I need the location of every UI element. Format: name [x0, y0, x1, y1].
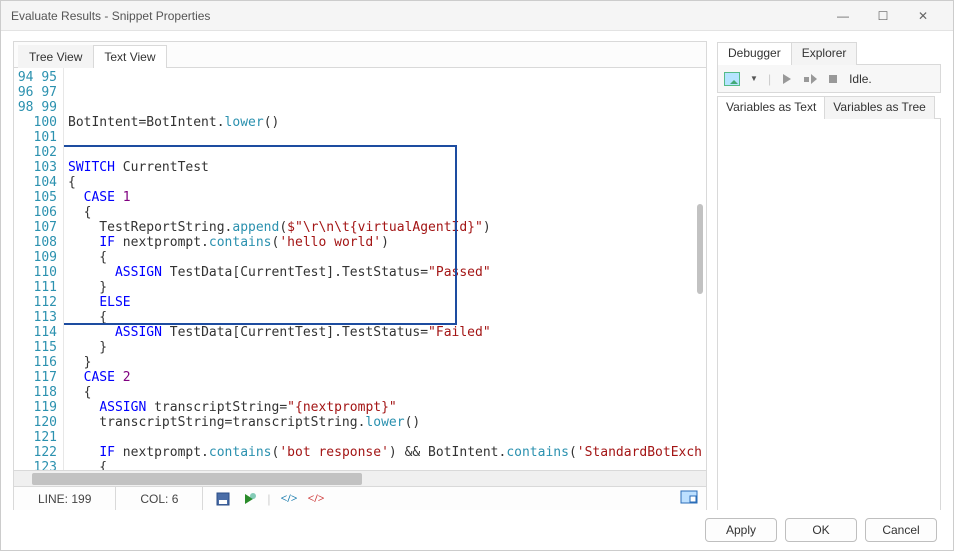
tab-variables-tree[interactable]: Variables as Tree	[824, 96, 935, 119]
tab-debugger[interactable]: Debugger	[717, 42, 792, 65]
apply-button[interactable]: Apply	[705, 518, 777, 542]
maximize-button[interactable]: ☐	[863, 2, 903, 30]
status-line: LINE: 199	[14, 487, 116, 510]
code-area[interactable]: 94 95 96 97 98 99 100 101 102 103 104 10…	[14, 68, 706, 470]
separator: |	[768, 72, 771, 86]
line-gutter: 94 95 96 97 98 99 100 101 102 103 104 10…	[14, 68, 64, 470]
status-icons: | </> </>	[203, 491, 324, 507]
close-button[interactable]: ✕	[903, 2, 943, 30]
tab-explorer[interactable]: Explorer	[791, 42, 858, 65]
continue-icon[interactable]	[781, 73, 793, 85]
code-text[interactable]: BotIntent=BotIntent.lower() SWITCH Curre…	[64, 68, 706, 470]
run-debug-icon[interactable]	[724, 72, 740, 86]
status-col: COL: 6	[116, 487, 203, 510]
minimize-button[interactable]: —	[823, 2, 863, 30]
debugger-toolbar: ▼ | Idle.	[717, 65, 941, 93]
save-icon[interactable]	[215, 491, 231, 507]
separator: |	[267, 492, 270, 506]
variables-panel[interactable]	[717, 119, 941, 511]
dialog-footer: Apply OK Cancel	[1, 510, 953, 550]
side-tabstrip: Debugger Explorer	[717, 41, 941, 65]
vertical-scrollbar[interactable]	[692, 94, 706, 436]
tab-text-view[interactable]: Text View	[93, 45, 166, 68]
run-icon[interactable]	[241, 491, 257, 507]
code-tags-icon[interactable]: </>	[281, 491, 298, 506]
window-title: Evaluate Results - Snippet Properties	[11, 9, 823, 23]
debugger-status: Idle.	[849, 72, 872, 86]
titlebar: Evaluate Results - Snippet Properties — …	[1, 1, 953, 31]
code-disabled-icon[interactable]: </>	[308, 491, 325, 506]
main-area: Tree View Text View 94 95 96 97 98 99 10…	[1, 31, 953, 511]
step-icon[interactable]	[803, 73, 817, 85]
editor-panel: Tree View Text View 94 95 96 97 98 99 10…	[13, 41, 707, 511]
horizontal-scrollbar[interactable]	[14, 470, 706, 486]
side-panel: Debugger Explorer ▼ | Idle. Variables as…	[717, 41, 941, 511]
dropdown-arrow-icon[interactable]: ▼	[750, 74, 758, 83]
cancel-button[interactable]: Cancel	[865, 518, 937, 542]
variables-tabs: Variables as Text Variables as Tree	[717, 95, 941, 119]
stop-icon[interactable]	[827, 73, 839, 85]
window-restore-icon[interactable]	[672, 490, 706, 507]
view-tabstrip: Tree View Text View	[14, 42, 706, 68]
editor-statusbar: LINE: 199 COL: 6 | </> </>	[14, 486, 706, 510]
tab-variables-text[interactable]: Variables as Text	[717, 96, 825, 119]
tab-tree-view[interactable]: Tree View	[18, 45, 93, 68]
ok-button[interactable]: OK	[785, 518, 857, 542]
